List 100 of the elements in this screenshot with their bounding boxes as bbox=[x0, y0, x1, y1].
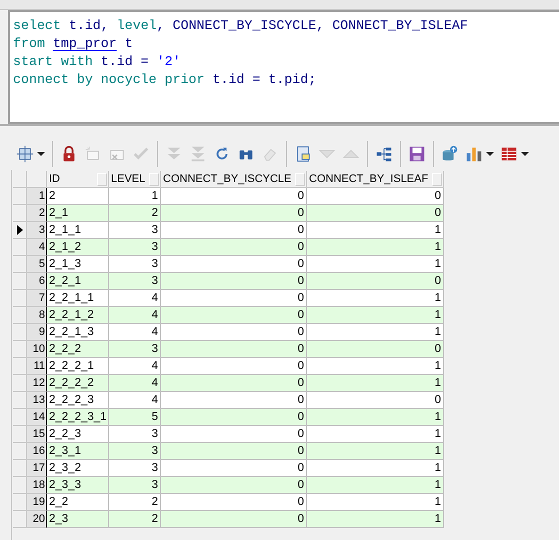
table-cell: 0 bbox=[161, 256, 307, 273]
table-cell: 1 bbox=[307, 426, 444, 443]
code-line: start with t.id = '2' bbox=[13, 53, 182, 71]
row-number[interactable]: 20 bbox=[27, 511, 47, 528]
table-cell: 3 bbox=[109, 273, 161, 290]
table-cell: 2_2_1_3 bbox=[47, 324, 109, 341]
table-cell: 4 bbox=[109, 358, 161, 375]
table-cell: 0 bbox=[161, 358, 307, 375]
row-number[interactable]: 18 bbox=[27, 477, 47, 494]
table-cell: 1 bbox=[307, 511, 444, 528]
column-header[interactable]: CONNECT_BY_ISLEAF bbox=[307, 171, 444, 188]
save-icon bbox=[408, 145, 426, 163]
row-number[interactable]: 2 bbox=[27, 205, 47, 222]
table-cell: 2 bbox=[109, 511, 161, 528]
table-cell: 0 bbox=[161, 205, 307, 222]
table-cell: 0 bbox=[161, 460, 307, 477]
table-cell: 0 bbox=[161, 477, 307, 494]
row-number[interactable]: 15 bbox=[27, 426, 47, 443]
bar-chart-icon bbox=[465, 145, 483, 163]
table-icon bbox=[500, 145, 518, 163]
table-cell: 0 bbox=[161, 188, 307, 205]
table-cell: 4 bbox=[109, 290, 161, 307]
row-number[interactable]: 1 bbox=[27, 188, 47, 205]
table-cell: 4 bbox=[109, 392, 161, 409]
double-down-arrow-icon bbox=[189, 145, 207, 163]
table-cell: 5 bbox=[109, 409, 161, 426]
table-cell: 2_3 bbox=[47, 511, 109, 528]
table-cell: 0 bbox=[307, 273, 444, 290]
table-cell: 1 bbox=[307, 222, 444, 239]
row-number[interactable]: 7 bbox=[27, 290, 47, 307]
table-cell: 0 bbox=[161, 273, 307, 290]
row-indicator[interactable] bbox=[13, 222, 27, 239]
table-cell: 1 bbox=[307, 460, 444, 477]
table-cell: 0 bbox=[161, 290, 307, 307]
form-view-icon bbox=[294, 145, 312, 163]
table-cell: 1 bbox=[307, 290, 444, 307]
row-number[interactable]: 11 bbox=[27, 358, 47, 375]
table-cell: 3 bbox=[109, 426, 161, 443]
table-cell: 4 bbox=[109, 324, 161, 341]
row-number[interactable]: 4 bbox=[27, 239, 47, 256]
table-cell: 2_2_1 bbox=[47, 273, 109, 290]
column-header[interactable]: LEVEL bbox=[109, 171, 161, 188]
table-cell: 0 bbox=[307, 392, 444, 409]
row-number[interactable]: 14 bbox=[27, 409, 47, 426]
table-cell: 2_2 bbox=[47, 494, 109, 511]
table-cell: 2_2_2_3 bbox=[47, 392, 109, 409]
table-cell: 1 bbox=[307, 358, 444, 375]
table-cell: 1 bbox=[307, 307, 444, 324]
code-line: from tmp_pror t bbox=[13, 35, 134, 53]
table-cell: 3 bbox=[109, 443, 161, 460]
table-cell: 2 bbox=[109, 205, 161, 222]
table-cell: 1 bbox=[307, 409, 444, 426]
row-number[interactable]: 16 bbox=[27, 443, 47, 460]
table-cell: 0 bbox=[307, 341, 444, 358]
row-number[interactable]: 5 bbox=[27, 256, 47, 273]
code-line: connect by nocycle prior t.id = t.pid; bbox=[13, 71, 318, 89]
row-number[interactable]: 9 bbox=[27, 324, 47, 341]
column-header[interactable]: CONNECT_BY_ISCYCLE bbox=[161, 171, 307, 188]
column-header[interactable]: ID bbox=[47, 171, 109, 188]
table-cell: 2_3_2 bbox=[47, 460, 109, 477]
table-cell: 0 bbox=[307, 188, 444, 205]
sql-editor[interactable]: select t.id, level, CONNECT_BY_ISCYCLE, CONNECT_BY_ISLEAF from tmp_pror t start with t.id = '2' connect by nocycle prior t.id = t.pid; bbox=[8, 10, 559, 124]
table-cell: 0 bbox=[161, 375, 307, 392]
table-cell: 2 bbox=[109, 494, 161, 511]
row-number[interactable]: 12 bbox=[27, 375, 47, 392]
database-upload-icon bbox=[441, 145, 459, 163]
table-cell: 2_2_2 bbox=[47, 341, 109, 358]
table-cell: 0 bbox=[307, 205, 444, 222]
row-number[interactable]: 10 bbox=[27, 341, 47, 358]
table-cell: 1 bbox=[307, 239, 444, 256]
table-cell: 2_1_3 bbox=[47, 256, 109, 273]
table-cell: 0 bbox=[161, 511, 307, 528]
table-cell: 0 bbox=[161, 494, 307, 511]
table-cell: 2_1 bbox=[47, 205, 109, 222]
table-cell: 2_3_3 bbox=[47, 477, 109, 494]
table-cell: 1 bbox=[307, 443, 444, 460]
table-cell: 2_2_2_3_1 bbox=[47, 409, 109, 426]
table-cell: 1 bbox=[307, 256, 444, 273]
table-cell: 3 bbox=[109, 460, 161, 477]
table-cell: 3 bbox=[109, 222, 161, 239]
row-number[interactable]: 8 bbox=[27, 307, 47, 324]
row-number[interactable]: 17 bbox=[27, 460, 47, 477]
code-line: select t.id, level, CONNECT_BY_ISCYCLE, CONNECT_BY_ISLEAF bbox=[13, 17, 469, 35]
table-cell: 2 bbox=[47, 188, 109, 205]
table-cell: 2_1_1 bbox=[47, 222, 109, 239]
table-cell: 0 bbox=[161, 307, 307, 324]
new-record-icon bbox=[84, 145, 102, 163]
row-number[interactable]: 3 bbox=[27, 222, 47, 239]
table-cell: 2_2_3 bbox=[47, 426, 109, 443]
table-cell: 2_2_1_1 bbox=[47, 290, 109, 307]
row-number[interactable]: 13 bbox=[27, 392, 47, 409]
table-cell: 0 bbox=[161, 222, 307, 239]
current-row-icon bbox=[16, 225, 22, 235]
table-cell: 1 bbox=[109, 188, 161, 205]
row-number[interactable]: 19 bbox=[27, 494, 47, 511]
table-cell: 1 bbox=[307, 375, 444, 392]
table-cell: 2_2_2_2 bbox=[47, 375, 109, 392]
row-number[interactable]: 6 bbox=[27, 273, 47, 290]
tree-icon bbox=[375, 145, 393, 163]
table-cell: 0 bbox=[161, 239, 307, 256]
